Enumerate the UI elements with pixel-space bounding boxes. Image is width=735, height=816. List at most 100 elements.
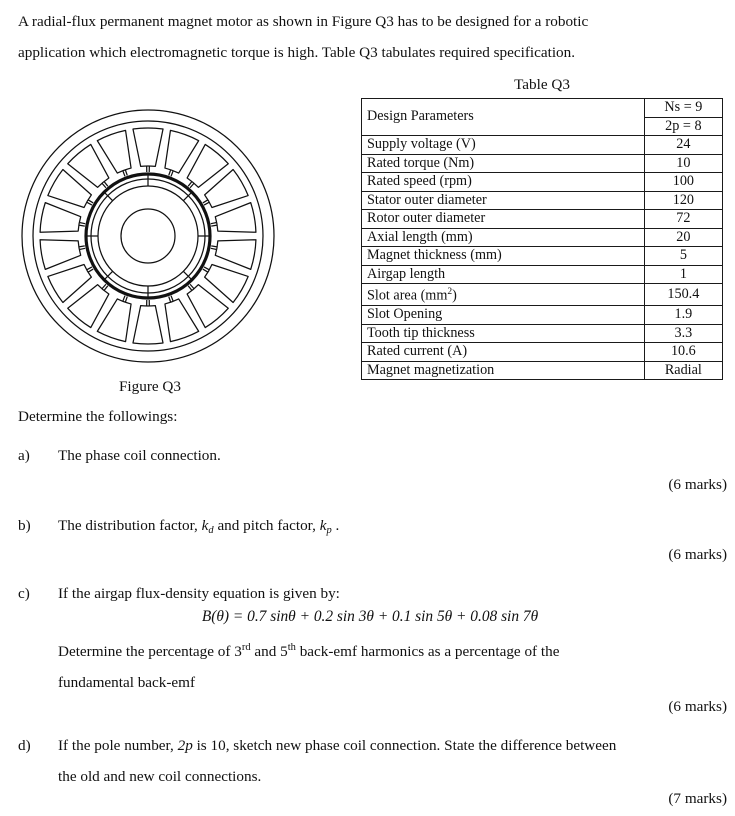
table-row: Rated current (A) 10.6 (361, 342, 724, 362)
intro-line-2: application which electromagnetic torque… (18, 44, 576, 61)
question-a-text: The phase coil connection. (58, 447, 221, 464)
magnet-segment-lines (86, 174, 210, 298)
slot-opening-edge (122, 170, 126, 177)
slot-opening-edge (202, 199, 209, 204)
intro-line-1: A radial-flux permanent magnet motor as … (18, 13, 589, 30)
superscript-two: 2 (447, 287, 453, 297)
flux-density-equation: B(θ) = 0.7 sinθ + 0.2 sin 3θ + 0.1 sin 5… (201, 608, 539, 625)
slot-opening-edge (87, 199, 94, 204)
stator-slot (186, 143, 229, 188)
stator-slot (67, 143, 110, 188)
stator-slot (214, 239, 257, 270)
stator-slot (132, 127, 164, 168)
table-cell-value: 10.6 (643, 342, 724, 362)
table-row: Rated speed (rpm) 100 (361, 172, 724, 192)
question-b-body: The distribution factor, kd and pitch fa… (58, 510, 722, 546)
magnet-segment-line (103, 270, 114, 281)
question-a-marks: (6 marks) (668, 476, 727, 493)
specification-table: Design Parameters Ns = 9 2p = 8 Supply v… (361, 98, 724, 381)
question-a: a) The phase coil connection. (18, 440, 722, 471)
question-b-text-before: The distribution factor, (58, 517, 202, 534)
ordinal-th: th (287, 642, 296, 653)
question-c-text-b: and 5 (250, 643, 288, 661)
stator-slot (39, 239, 82, 270)
slot-opening-edge (202, 268, 209, 273)
table-cell-value: 100 (643, 172, 724, 192)
table-cell-parameter: Rotor outer diameter (361, 209, 645, 229)
table-cell-value: 150.4 (643, 282, 724, 307)
question-b-text-after: . (331, 517, 340, 534)
table-row: Magnet magnetization Radial (361, 360, 724, 381)
table-cell-parameter: Rated current (A) (361, 342, 645, 362)
shaft-circle (120, 208, 176, 264)
slot-opening-edge (124, 296, 128, 303)
determine-prompt: Determine the followings: (18, 408, 178, 425)
table-header-row: Design Parameters Ns = 9 (361, 98, 724, 136)
table-cell-value: 5 (643, 246, 724, 266)
slot-opening-edge (170, 170, 174, 177)
table-cell-value: 20 (643, 227, 724, 247)
magnet-segment-line (182, 270, 193, 281)
question-d-body: If the pole number, 2p is 10, sketch new… (58, 730, 722, 792)
question-d-line-2: the old and new coil connections. (58, 768, 262, 785)
table-cell-parameter: Rated torque (Nm) (361, 153, 645, 173)
header-pole-number: 2p = 8 (643, 116, 724, 136)
table-cell-parameter: Slot Opening (361, 305, 645, 325)
slot-opening-edge (122, 295, 126, 302)
table-row: Axial length (mm) 20 (361, 227, 724, 247)
slot-opening-edge (210, 221, 217, 225)
slot-opening-edge (87, 268, 94, 273)
intro-paragraph: A radial-flux permanent magnet motor as … (18, 6, 722, 68)
table-cell-parameter: Slot area (mm2) (361, 282, 645, 307)
table-cell-value: 1.9 (643, 305, 724, 325)
question-d-text-before: If the pole number, (58, 737, 178, 754)
question-c: c) If the airgap flux-density equation i… (18, 578, 722, 609)
stator-slot (47, 168, 92, 209)
stator-outer-circle (21, 109, 275, 363)
document-page: A radial-flux permanent magnet motor as … (0, 0, 735, 816)
table-row: Airgap length 1 (361, 264, 724, 284)
question-c-text-c: back-emf harmonics as a percentage of th… (295, 643, 560, 661)
header-design-parameters: Design Parameters (361, 98, 645, 136)
slot-opening-edge (168, 296, 172, 303)
question-d-marks: (7 marks) (668, 790, 727, 807)
question-b: b) The distribution factor, kd and pitch… (18, 510, 722, 546)
table-row: Supply voltage (V) 24 (361, 135, 724, 155)
table-row: Tooth tip thickness 3.3 (361, 323, 724, 344)
stator-yoke-circle (32, 120, 264, 352)
stator-slot (67, 284, 110, 329)
slot-opening-edge (170, 295, 174, 302)
slot-opening-edge (86, 201, 93, 206)
table-cell-value: Radial (643, 360, 724, 381)
magnet-segment-line (103, 191, 114, 202)
table-cell-value: 1 (643, 264, 724, 284)
slot-opening-edge (211, 224, 218, 227)
slot-opening-edge (78, 245, 85, 248)
question-c-marks: (6 marks) (668, 698, 727, 715)
stator-slot (204, 263, 249, 304)
stator-slot (47, 263, 92, 304)
stator-slot (214, 202, 257, 233)
question-d-line-1: If the pole number, 2p is 10, sketch new… (58, 730, 722, 761)
table-cell-value: 24 (643, 135, 724, 155)
slot-opening-edge (203, 266, 210, 271)
question-c-body: If the airgap flux-density equation is g… (58, 578, 722, 609)
question-d-text-after: is 10, sketch new phase coil connection.… (192, 737, 617, 754)
table-cell-parameter: Magnet magnetization (361, 360, 645, 381)
figure-caption: Figure Q3 (118, 378, 181, 395)
header-slot-number: Ns = 9 (643, 98, 724, 118)
table-cell-parameter: Rated speed (rpm) (361, 172, 645, 192)
slot-opening-edge (168, 169, 172, 176)
table-cell-value: 3.3 (643, 323, 724, 344)
question-d: d) If the pole number, 2p is 10, sketch … (18, 730, 722, 792)
stator-slot (132, 304, 164, 345)
stator-slots (39, 127, 257, 345)
question-c-marker: c) (18, 585, 30, 602)
question-c-text-a: Determine the percentage of 3 (58, 643, 242, 661)
table-row: Slot area (mm2) 150.4 (361, 282, 724, 307)
table-row: Rated torque (Nm) 10 (361, 153, 724, 173)
motor-diagram-svg (21, 109, 275, 363)
slot-opening-edge (124, 169, 128, 176)
slot-opening-edge (79, 221, 86, 225)
question-a-body: The phase coil connection. (58, 440, 722, 471)
